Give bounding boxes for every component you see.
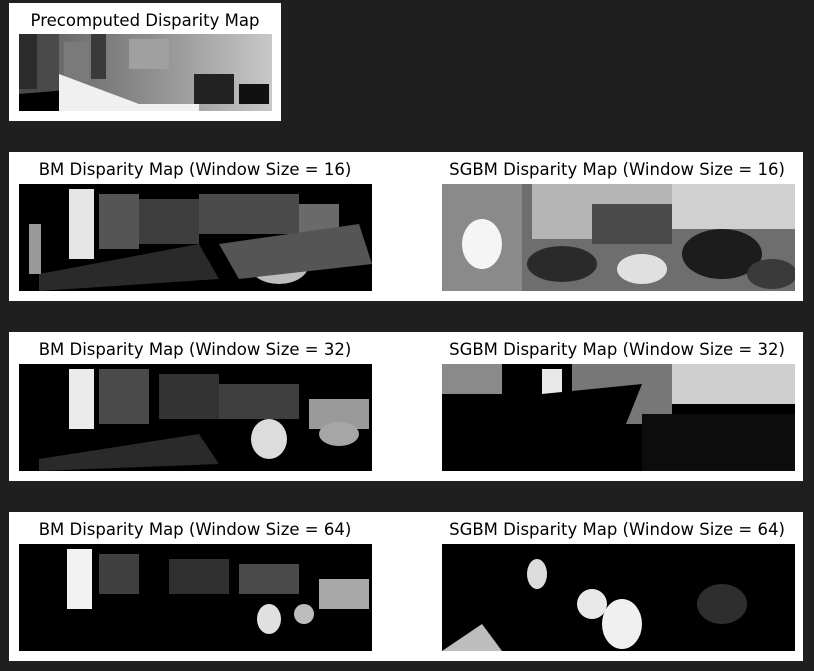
bm16-figure: BM Disparity Map (Window Size = 16): [9, 152, 381, 301]
bm16-title: BM Disparity Map (Window Size = 16): [38, 160, 352, 179]
precomputed-figure: Precomputed Disparity Map: [9, 3, 281, 121]
precomputed-panel: Precomputed Disparity Map: [9, 3, 281, 121]
sgbm64-title: SGBM Disparity Map (Window Size = 64): [449, 520, 785, 539]
precomputed-disparity-image: [19, 34, 272, 111]
sgbm16-disparity-image: [442, 184, 795, 291]
bm64-figure: BM Disparity Map (Window Size = 64): [9, 512, 381, 661]
sgbm32-figure: SGBM Disparity Map (Window Size = 32): [431, 332, 803, 481]
sgbm32-disparity-image: [442, 364, 795, 471]
sgbm16-figure: SGBM Disparity Map (Window Size = 16): [431, 152, 803, 301]
bm32-disparity-image: [19, 364, 372, 471]
bm16-disparity-image: [19, 184, 372, 291]
bm64-disparity-image: [19, 544, 372, 651]
sgbm32-title: SGBM Disparity Map (Window Size = 32): [449, 340, 785, 359]
sgbm16-title: SGBM Disparity Map (Window Size = 16): [449, 160, 785, 179]
sgbm64-disparity-image: [442, 544, 795, 651]
bm32-title: BM Disparity Map (Window Size = 32): [38, 340, 352, 359]
bm32-figure: BM Disparity Map (Window Size = 32): [9, 332, 381, 481]
bm64-title: BM Disparity Map (Window Size = 64): [38, 520, 352, 539]
precomputed-title: Precomputed Disparity Map: [30, 11, 260, 30]
sgbm64-figure: SGBM Disparity Map (Window Size = 64): [431, 512, 803, 661]
window-64-panel: BM Disparity Map (Window Size = 64) SGBM…: [9, 512, 803, 661]
window-32-panel: BM Disparity Map (Window Size = 32) SGBM…: [9, 332, 803, 481]
window-16-panel: BM Disparity Map (Window Size = 16) SGBM…: [9, 152, 803, 301]
